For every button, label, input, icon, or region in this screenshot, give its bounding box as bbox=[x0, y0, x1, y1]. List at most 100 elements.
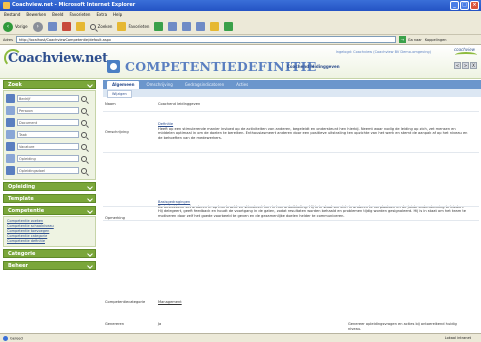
home-icon[interactable] bbox=[75, 22, 85, 31]
search-icon[interactable] bbox=[81, 107, 87, 114]
menu-item-extra[interactable]: Extra bbox=[96, 12, 107, 19]
panel-opleiding[interactable]: Opleiding bbox=[3, 182, 96, 191]
omschrijving-label: Omschrijving bbox=[105, 130, 129, 134]
previous-record-icon[interactable]: < bbox=[454, 62, 461, 69]
browser-toolbar: ‹ Vorige › Zoeken Favorieten bbox=[0, 19, 481, 35]
tab-omschrijving[interactable]: Omschrijving bbox=[141, 81, 177, 89]
chevron-down-icon bbox=[87, 208, 93, 214]
page-icon bbox=[3, 335, 8, 341]
zoek-row-document: Document bbox=[6, 117, 93, 128]
print-icon[interactable] bbox=[196, 22, 206, 31]
wijzigen-button[interactable]: Wijzigen bbox=[107, 90, 132, 98]
menu-item-favorieten[interactable]: Favorieten bbox=[69, 12, 90, 19]
search-icon[interactable] bbox=[81, 119, 87, 126]
chevron-down-icon bbox=[87, 263, 93, 269]
search-document-input[interactable]: Document bbox=[17, 119, 79, 126]
zoek-row-vacature: Vacature bbox=[6, 141, 93, 152]
main-content: COMPETENTIEDEFINITIE Coachend leidinggev… bbox=[103, 59, 481, 331]
history-icon[interactable] bbox=[168, 22, 178, 31]
panel-competentie[interactable]: Competentie bbox=[3, 206, 96, 215]
vacancy-icon bbox=[6, 142, 15, 151]
definition-form: Naam Coachend leidinggeven Omschrijving … bbox=[103, 100, 481, 331]
close-record-icon[interactable]: X bbox=[470, 62, 477, 69]
maximize-icon[interactable]: □ bbox=[460, 1, 469, 10]
go-arrow-icon: → bbox=[398, 36, 406, 43]
favorites-button[interactable]: Favorieten bbox=[117, 22, 149, 31]
menu-item-bewerken[interactable]: Bewerken bbox=[26, 12, 46, 19]
search-opleiding-input[interactable]: Opleiding bbox=[17, 155, 79, 162]
naam-label: Naam bbox=[105, 102, 116, 106]
sidebar-link-competentie-definitie[interactable]: Competentie definitie bbox=[7, 239, 92, 244]
messenger-icon[interactable] bbox=[224, 22, 234, 31]
close-icon[interactable]: × bbox=[470, 1, 479, 10]
subtab-bar: Wijzigen bbox=[103, 89, 481, 98]
refresh-icon[interactable] bbox=[61, 22, 71, 31]
categorie-label: Competentiecategorie bbox=[105, 300, 146, 304]
ie-app-icon bbox=[3, 2, 10, 9]
document-icon bbox=[6, 118, 15, 127]
tab-acties[interactable]: Acties bbox=[231, 81, 253, 89]
genereren-description: Genereer opleidingsvragen en acties bij … bbox=[348, 322, 457, 331]
zoek-row-taak: Taak bbox=[6, 129, 93, 140]
search-icon[interactable] bbox=[81, 131, 87, 138]
window-title: Coachview.net - Microsoft Internet Explo… bbox=[12, 2, 136, 8]
go-button[interactable]: → Ga naar bbox=[398, 36, 422, 43]
menu-item-bestand[interactable]: Bestand bbox=[4, 12, 20, 19]
browser-window: Coachview.net - Microsoft Internet Explo… bbox=[0, 0, 481, 342]
zone-text: Lokaal intranet bbox=[444, 336, 471, 340]
search-persoon-input[interactable]: Persoon bbox=[17, 107, 79, 114]
course-icon bbox=[6, 154, 15, 163]
title-bar: Coachview.net - Microsoft Internet Explo… bbox=[0, 0, 481, 11]
media-icon[interactable] bbox=[154, 22, 164, 31]
window-controls: _ □ × bbox=[450, 1, 479, 10]
omschrijving-value: Definitie Heeft op een stimulerende mani… bbox=[158, 122, 468, 140]
menu-item-beeld[interactable]: Beeld bbox=[52, 12, 63, 19]
minimize-icon[interactable]: _ bbox=[450, 1, 459, 10]
categorie-link[interactable]: Management bbox=[158, 300, 468, 305]
search-opleidingsdoel-input[interactable]: Opleidingsdoel bbox=[17, 167, 79, 174]
back-button[interactable]: ‹ Vorige bbox=[3, 21, 28, 32]
record-controls: < > X bbox=[454, 62, 477, 69]
stop-icon[interactable] bbox=[47, 22, 57, 31]
search-icon[interactable] bbox=[81, 143, 87, 150]
tab-gedragsindicatoren[interactable]: Gedragsindicatoren bbox=[180, 81, 229, 89]
menu-item-help[interactable]: Help bbox=[113, 12, 122, 19]
tab-algemeen[interactable]: Algemeen bbox=[107, 81, 140, 89]
chevron-down-icon bbox=[87, 184, 93, 190]
opmerking-value: Basisgedragingen De betrokkene zet ander… bbox=[158, 200, 468, 218]
search-vacature-input[interactable]: Vacature bbox=[17, 143, 79, 150]
chevron-down-icon bbox=[87, 251, 93, 257]
panel-zoek[interactable]: Zoek bbox=[3, 80, 96, 89]
search-icon bbox=[89, 23, 96, 30]
forward-arrow-icon[interactable]: › bbox=[32, 21, 43, 32]
search-icon[interactable] bbox=[81, 95, 87, 102]
edit-icon[interactable] bbox=[210, 22, 220, 31]
search-bedrijf-input[interactable]: Bedrijf bbox=[17, 95, 79, 102]
panel-categorie[interactable]: Categorie bbox=[3, 249, 96, 258]
main-title-row: COMPETENTIEDEFINITIE Coachend leidinggev… bbox=[103, 53, 481, 79]
panel-beheer[interactable]: Beheer bbox=[3, 261, 96, 270]
address-input[interactable]: http://localhost/CoachviewCompetentie/de… bbox=[15, 36, 396, 43]
competence-icon bbox=[107, 60, 120, 73]
star-icon bbox=[117, 22, 127, 31]
search-icon[interactable] bbox=[81, 155, 87, 162]
panel-template[interactable]: Template bbox=[3, 194, 96, 203]
menu-bar: Bestand Bewerken Beeld Favorieten Extra … bbox=[0, 11, 481, 19]
site-logo[interactable]: Coachview.net bbox=[8, 51, 108, 66]
naam-value: Coachend leidinggeven bbox=[158, 102, 201, 106]
search-taak-input[interactable]: Taak bbox=[17, 131, 79, 138]
mail-icon[interactable] bbox=[182, 22, 192, 31]
building-icon bbox=[6, 94, 15, 103]
links-label[interactable]: Koppelingen bbox=[425, 38, 447, 42]
address-label: Adres bbox=[3, 37, 13, 42]
web-page: Coachview.net Ingelogd: Coachview (Coach… bbox=[0, 45, 481, 333]
chevron-down-icon bbox=[87, 196, 93, 202]
row-categorie: Competentiecategorie Management bbox=[103, 300, 481, 308]
address-bar: Adres http://localhost/CoachviewCompeten… bbox=[0, 35, 481, 45]
person-icon bbox=[6, 106, 15, 115]
search-button[interactable]: Zoeken bbox=[89, 23, 112, 30]
zoek-row-persoon: Persoon bbox=[6, 105, 93, 116]
search-icon[interactable] bbox=[81, 167, 87, 174]
next-record-icon[interactable]: > bbox=[462, 62, 469, 69]
zoek-panel-body: Bedrijf Persoon Document Taak Vacature O… bbox=[3, 90, 96, 180]
